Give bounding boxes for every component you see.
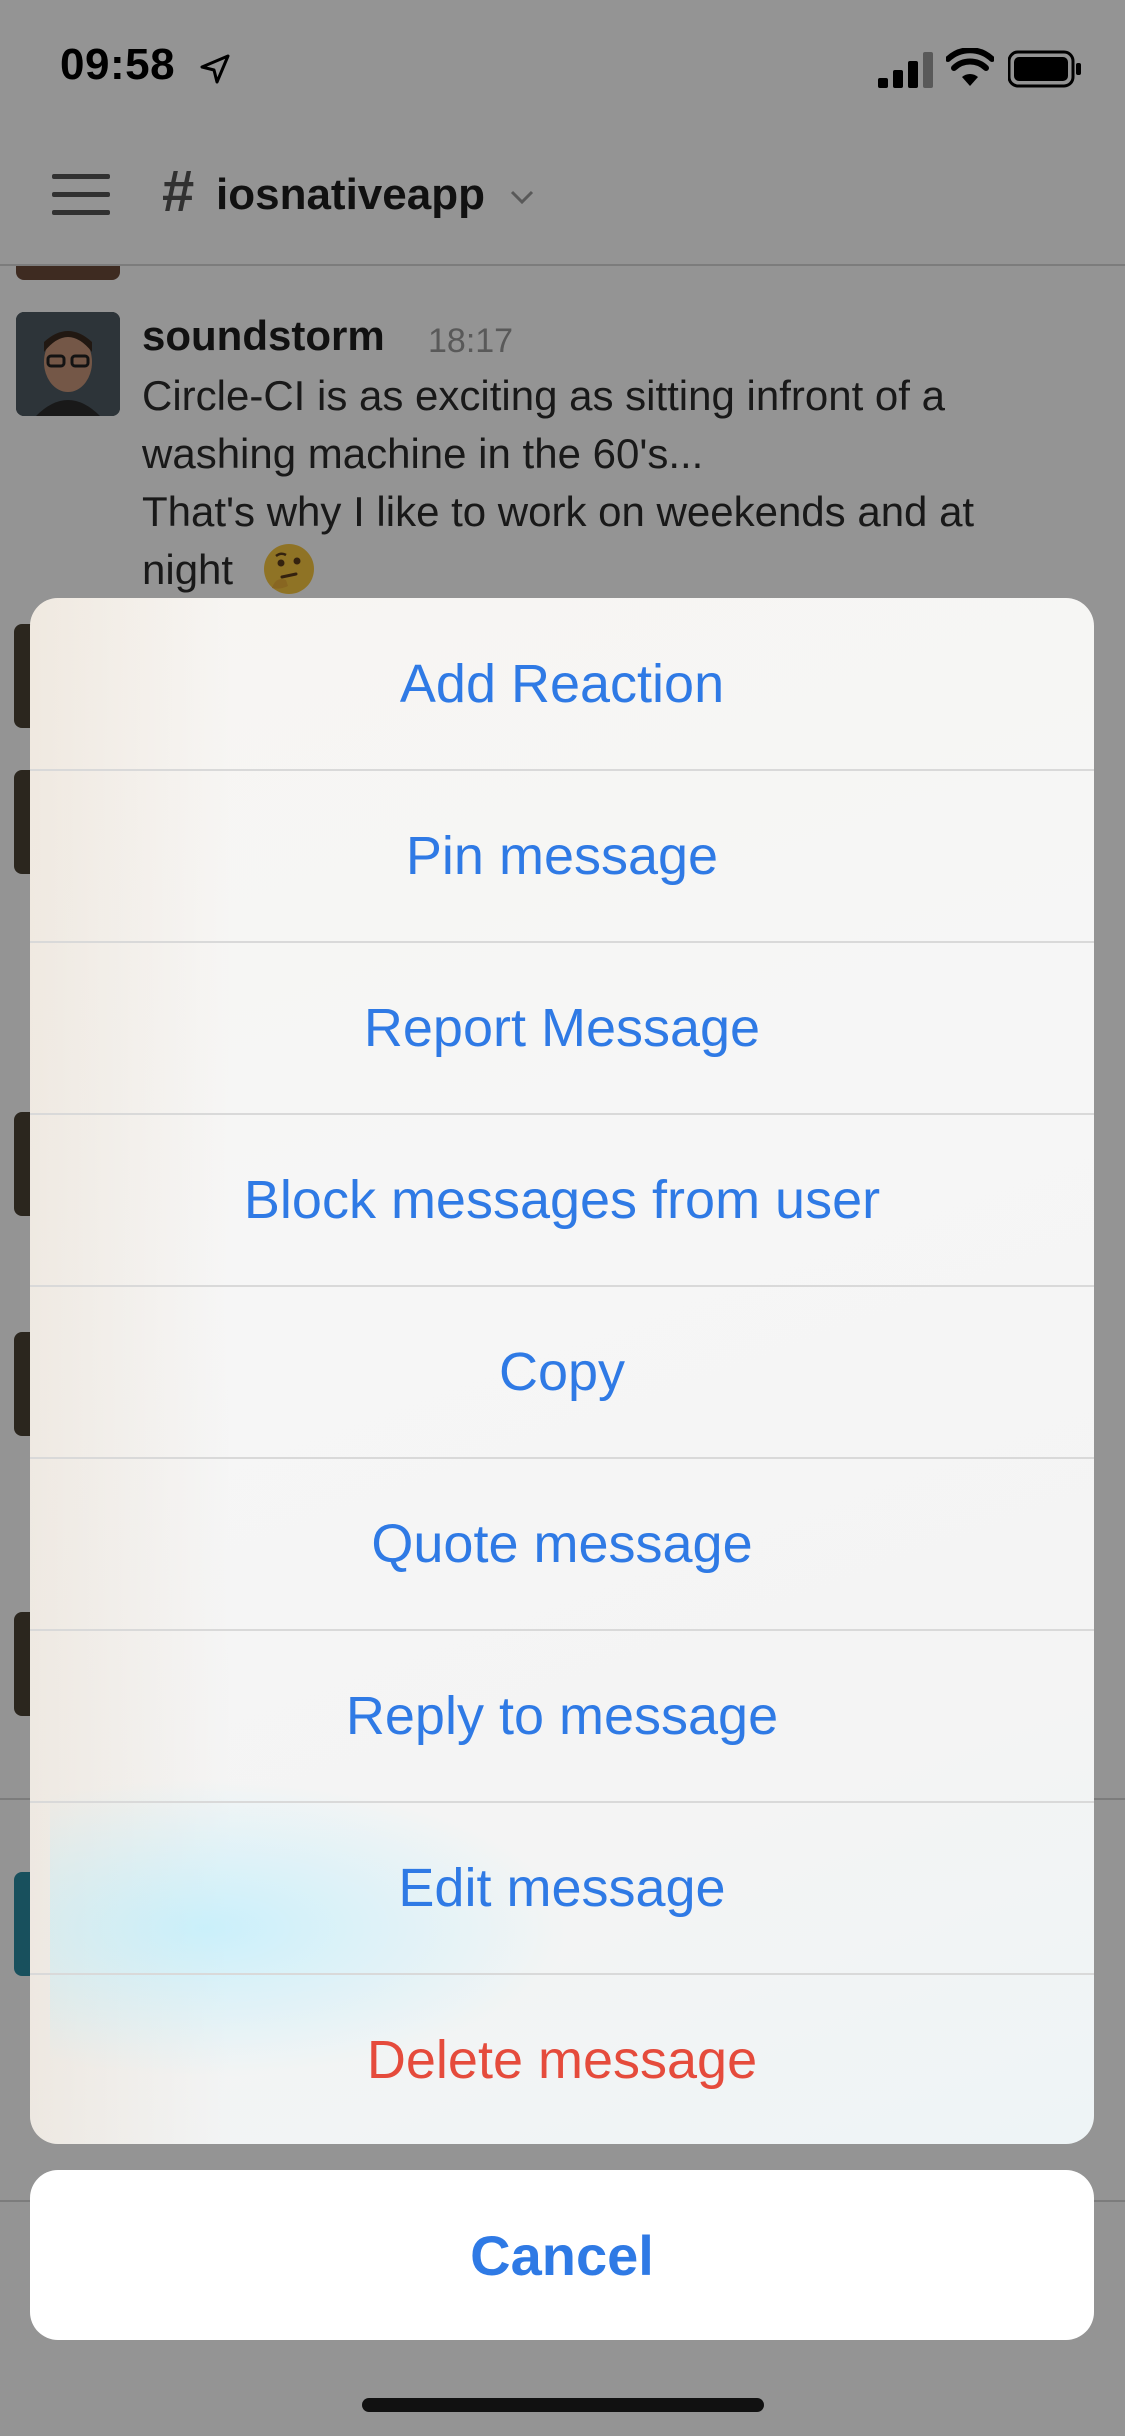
home-indicator[interactable] (362, 2398, 764, 2412)
delete-message-button[interactable]: Delete message (30, 1974, 1094, 2144)
cancel-button[interactable]: Cancel (30, 2170, 1094, 2340)
add-reaction-button[interactable]: Add Reaction (30, 598, 1094, 770)
copy-button[interactable]: Copy (30, 1286, 1094, 1458)
report-message-button[interactable]: Report Message (30, 942, 1094, 1114)
edit-message-button[interactable]: Edit message (30, 1802, 1094, 1974)
pin-message-button[interactable]: Pin message (30, 770, 1094, 942)
quote-message-button[interactable]: Quote message (30, 1458, 1094, 1630)
block-user-button[interactable]: Block messages from user (30, 1114, 1094, 1286)
action-sheet: Add Reaction Pin message Report Message … (30, 598, 1094, 2144)
reply-message-button[interactable]: Reply to message (30, 1630, 1094, 1802)
